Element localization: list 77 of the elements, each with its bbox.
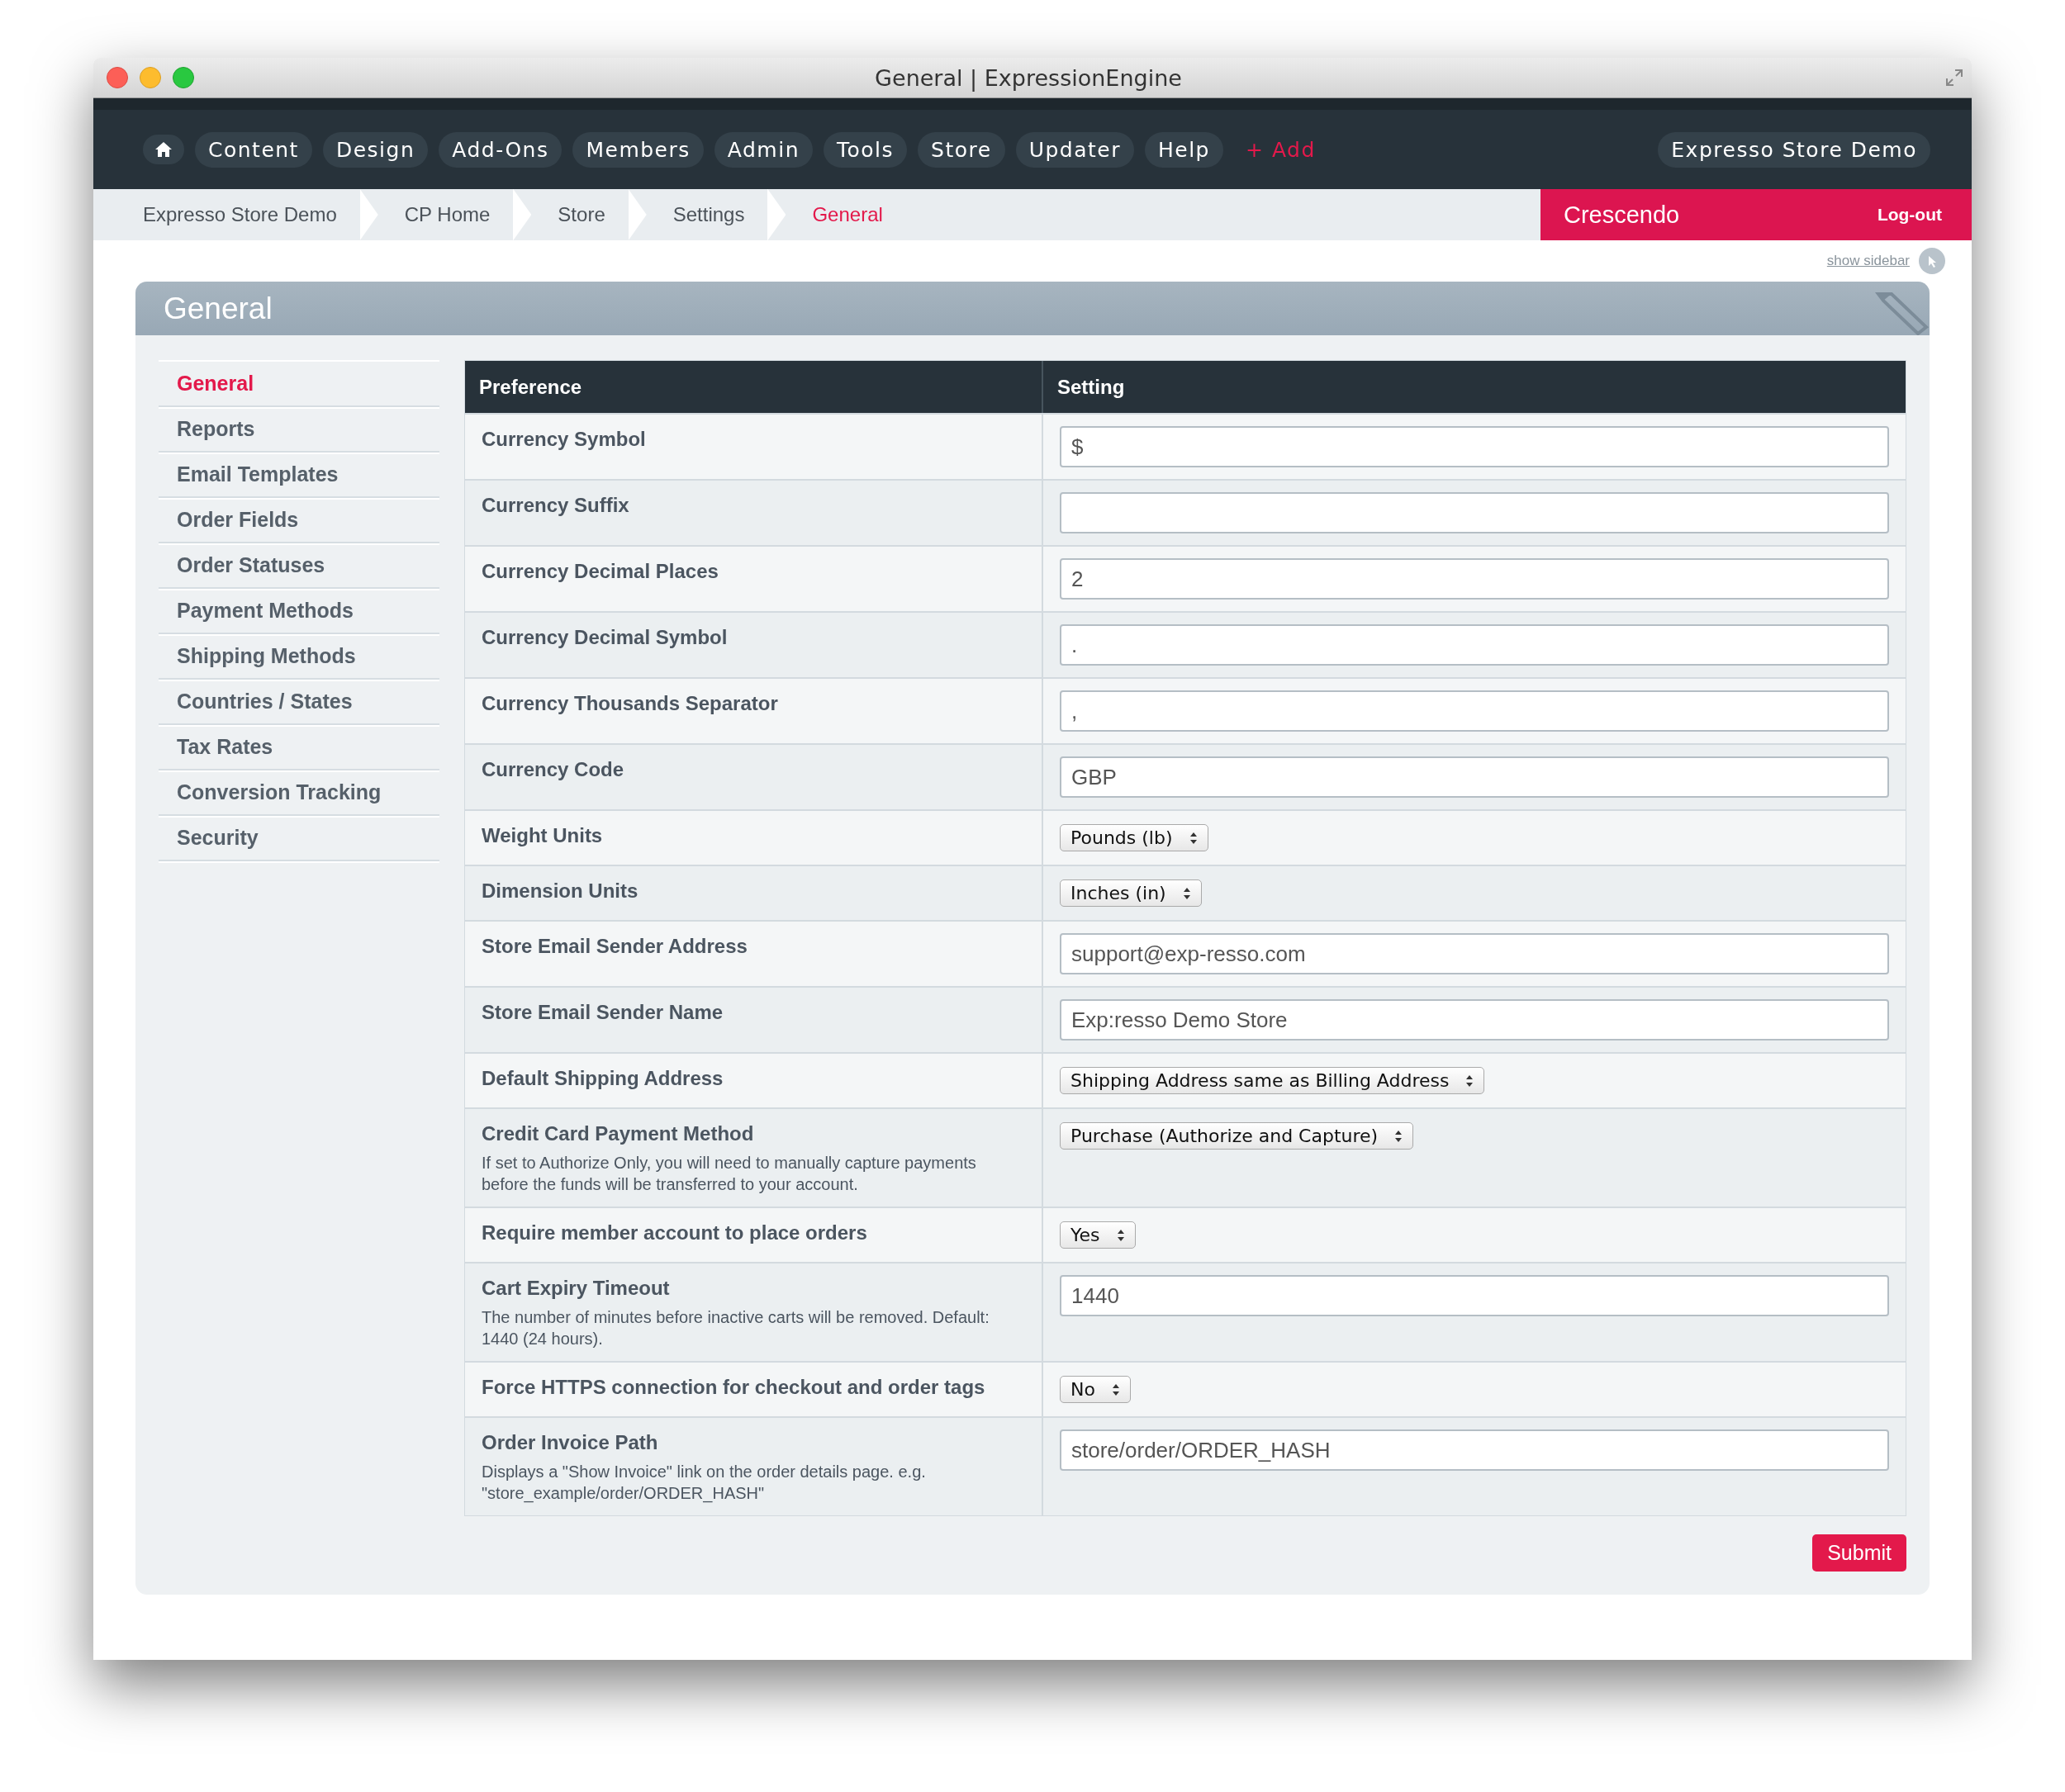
submit-button[interactable]: Submit <box>1812 1534 1906 1572</box>
zoom-button[interactable] <box>173 67 194 88</box>
sidebar-item[interactable]: Order Statuses <box>159 543 439 589</box>
sidebar-item[interactable]: Order Fields <box>159 498 439 543</box>
dropdown[interactable]: Shipping Address same as Billing Address <box>1060 1067 1485 1094</box>
preference-label: Dimension Units <box>482 879 639 903</box>
preference-label: Currency Thousands Separator <box>482 692 779 715</box>
preference-label: Credit Card Payment Method <box>482 1122 755 1145</box>
minimize-button[interactable] <box>140 67 161 88</box>
nav-item[interactable]: Content <box>195 131 312 168</box>
user-name: Crescendo <box>1564 201 1680 229</box>
nav-item[interactable]: Updater <box>1015 131 1134 168</box>
column-header: Setting <box>1056 374 1126 400</box>
close-button[interactable] <box>107 67 128 88</box>
window-title: General | ExpressionEngine <box>874 64 1183 91</box>
preference-description: If set to Authorize Only, you will need to manually capture payments before the funds will be transferred to your account. <box>482 1153 977 1195</box>
preference-label: Currency Decimal Places <box>482 560 719 583</box>
breadcrumb[interactable]: Expresso Store Demo <box>143 189 378 240</box>
preference-description: Displays a "Show Invoice" link on the order details page. e.g. "store_example/order/ORDER_HASH" <box>482 1462 927 1504</box>
text-field[interactable]: store/order/ORDER_HASH <box>1060 1429 1889 1471</box>
dropdown[interactable]: No <box>1060 1376 1131 1403</box>
sidebar-item[interactable]: Shipping Methods <box>159 634 439 680</box>
nav-item[interactable]: Members <box>572 131 704 168</box>
dropdown[interactable]: Inches (in) <box>1060 879 1202 907</box>
text-field[interactable] <box>1060 492 1889 533</box>
text-field[interactable]: support@exp-resso.com <box>1060 933 1889 974</box>
nav-item[interactable]: Store <box>918 131 1005 168</box>
site-name-button[interactable]: Expresso Store Demo <box>1658 131 1930 168</box>
sidebar-item[interactable]: Conversion Tracking <box>159 770 439 816</box>
breadcrumb[interactable]: General <box>789 189 924 240</box>
sidebar-item[interactable]: Countries / States <box>159 680 439 725</box>
sidebar-toggle-icon[interactable] <box>1918 247 1946 275</box>
sidebar-item[interactable]: Email Templates <box>159 453 439 498</box>
preference-description: The number of minutes before inactive carts will be removed. Default: 1440 (24 hours). <box>482 1307 990 1349</box>
up-down-arrows-icon <box>1182 886 1191 900</box>
sidebar-item[interactable]: Payment Methods <box>159 589 439 634</box>
panel-title: General <box>164 291 273 326</box>
text-field[interactable]: 1440 <box>1060 1275 1889 1316</box>
preference-label: Currency Suffix <box>482 494 630 517</box>
text-field[interactable]: GBP <box>1060 756 1889 798</box>
up-down-arrows-icon <box>1111 1382 1120 1396</box>
nav-item[interactable]: Add-Ons <box>439 131 563 168</box>
up-down-arrows-icon <box>1465 1074 1474 1088</box>
nav-item[interactable]: Help <box>1145 131 1223 168</box>
text-field[interactable]: 2 <box>1060 558 1889 600</box>
preference-label: Require member account to place orders <box>482 1221 868 1244</box>
preference-label: Currency Symbol <box>482 428 647 451</box>
up-down-arrows-icon <box>1394 1129 1403 1143</box>
sidebar-item[interactable]: General <box>159 362 439 407</box>
dropdown[interactable]: Yes <box>1060 1221 1136 1249</box>
nav-item[interactable]: Tools <box>824 131 908 168</box>
up-down-arrows-icon <box>1116 1228 1125 1242</box>
preference-label: Currency Decimal Symbol <box>482 626 729 649</box>
preference-label: Default Shipping Address <box>482 1067 724 1090</box>
text-field[interactable]: . <box>1060 624 1889 666</box>
up-down-arrows-icon <box>1189 831 1198 845</box>
home-button[interactable] <box>143 135 184 164</box>
preference-label: Force HTTPS connection for checkout and order tags <box>482 1376 986 1399</box>
text-field[interactable]: , <box>1060 690 1889 732</box>
nav-item[interactable]: Admin <box>714 131 813 168</box>
preference-label: Cart Expiry Timeout <box>482 1277 671 1300</box>
dropdown[interactable]: Purchase (Authorize and Capture) <box>1060 1122 1414 1150</box>
preference-label: Weight Units <box>482 824 604 847</box>
logout-link[interactable]: Log-out <box>1877 205 1942 225</box>
text-field[interactable]: Exp:resso Demo Store <box>1060 999 1889 1041</box>
preference-label: Store Email Sender Name <box>482 1001 724 1024</box>
preference-label: Store Email Sender Address <box>482 935 748 958</box>
nav-item[interactable]: Design <box>322 131 429 168</box>
sidebar-item[interactable]: Reports <box>159 407 439 453</box>
sidebar-item[interactable]: Tax Rates <box>159 725 439 770</box>
preference-label: Order Invoice Path <box>482 1431 659 1454</box>
text-field[interactable]: $ <box>1060 426 1889 467</box>
sidebar-item[interactable]: Security <box>159 816 439 861</box>
fullscreen-icon[interactable] <box>1945 69 1963 87</box>
preference-label: Currency Code <box>482 758 625 781</box>
home-icon <box>154 141 173 158</box>
dropdown[interactable]: Pounds (lb) <box>1060 824 1208 851</box>
